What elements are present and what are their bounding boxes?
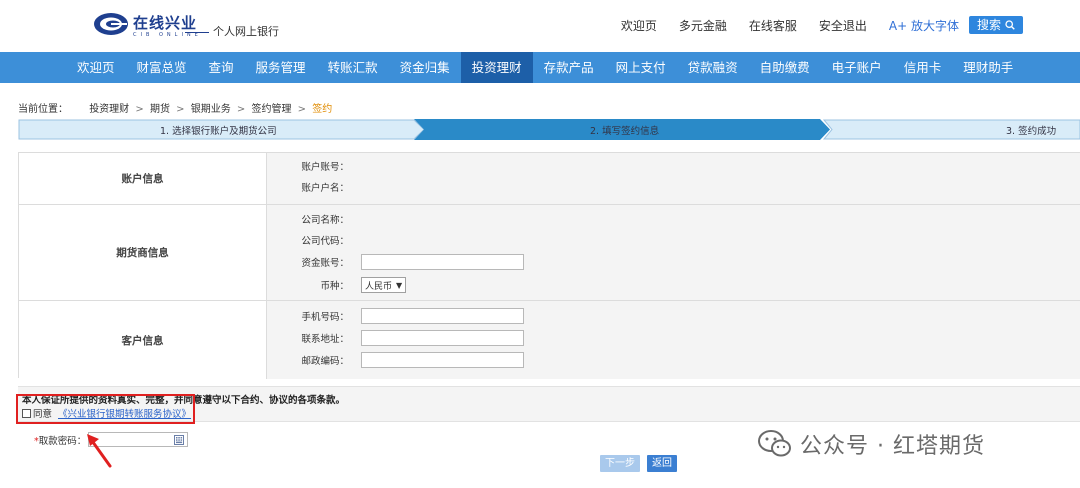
field-postcode: 邮政编码： bbox=[267, 352, 524, 368]
watermark-text: 公众号 · 红塔期货 bbox=[800, 434, 985, 459]
field-account-name: 账户户名： bbox=[267, 179, 351, 195]
currency-value: 人民币 bbox=[365, 281, 393, 292]
breadcrumb: 当前位置： 投资理财 > 期货 > 银期业务 > 签约管理 > 签约 bbox=[18, 100, 332, 115]
field-label: 账户账号： bbox=[301, 162, 349, 173]
keyboard-icon[interactable] bbox=[174, 435, 185, 445]
cib-logo-icon bbox=[94, 13, 128, 35]
top-links: 欢迎页 多元金融 在线客服 安全退出 A+ 放大字体 搜索 bbox=[599, 15, 1023, 35]
section-body: 手机号码： 联系地址： 邮政编码： bbox=[267, 301, 1080, 379]
progress-steps: 1. 选择银行账户及期货公司 2. 填写签约信息 3. 签约成功 bbox=[18, 119, 1080, 140]
sign-form: 账户信息 账户账号： 账户户名： 期货商信息 公司名称： 公司代码： 资金账号： bbox=[18, 152, 1080, 379]
fund-account-input[interactable] bbox=[361, 254, 524, 270]
top-link-welcome[interactable]: 欢迎页 bbox=[621, 17, 657, 34]
step-3: 3. 签约成功 bbox=[1006, 126, 1057, 137]
chevron-down-icon: ▼ bbox=[396, 280, 403, 290]
main-nav: 欢迎页 财富总览 查询 服务管理 转账汇款 资金归集 投资理财 存款产品 网上支… bbox=[0, 52, 1080, 83]
search-icon bbox=[1005, 20, 1015, 30]
nav-deposit[interactable]: 存款产品 bbox=[533, 52, 605, 83]
nav-e-account[interactable]: 电子账户 bbox=[821, 52, 893, 83]
chevron-right-icon: > bbox=[135, 104, 144, 115]
section-title: 期货商信息 bbox=[19, 205, 267, 300]
nav-bills[interactable]: 自助缴费 bbox=[749, 52, 821, 83]
nav-transfer[interactable]: 转账汇款 bbox=[317, 52, 389, 83]
back-button[interactable]: 返回 bbox=[647, 455, 677, 472]
watermark: 公众号 · 红塔期货 bbox=[758, 428, 985, 460]
section-futures: 期货商信息 公司名称： 公司代码： 资金账号： 币种： 人民币 ▼ bbox=[19, 205, 1080, 301]
top-link-finance[interactable]: 多元金融 bbox=[679, 17, 727, 34]
mobile-input[interactable] bbox=[361, 308, 524, 324]
field-label: 联系地址： bbox=[301, 334, 349, 345]
breadcrumb-item[interactable]: 投资理财 bbox=[89, 104, 129, 115]
section-title: 账户信息 bbox=[19, 153, 267, 204]
annotation-highlight-box bbox=[16, 394, 195, 424]
nav-loan[interactable]: 贷款融资 bbox=[677, 52, 749, 83]
field-currency: 币种： 人民币 ▼ bbox=[267, 277, 407, 293]
field-label: 公司名称： bbox=[301, 215, 349, 226]
top-link-logout[interactable]: 安全退出 bbox=[819, 17, 867, 34]
address-input[interactable] bbox=[361, 330, 524, 346]
nav-assistant[interactable]: 理财助手 bbox=[952, 52, 1024, 83]
brand-name: 在线兴业 bbox=[133, 14, 198, 32]
field-label: 账户户名： bbox=[301, 183, 349, 194]
password-label-text: 取款密码： bbox=[38, 435, 87, 447]
breadcrumb-label: 当前位置： bbox=[18, 104, 68, 115]
field-address: 联系地址： bbox=[267, 330, 524, 346]
chevron-right-icon: > bbox=[176, 104, 185, 115]
chevron-right-icon: > bbox=[236, 104, 246, 115]
nav-welcome[interactable]: 欢迎页 bbox=[66, 52, 126, 83]
chevron-right-icon: > bbox=[297, 104, 307, 115]
field-label: 邮政编码： bbox=[301, 356, 349, 367]
currency-select[interactable]: 人民币 ▼ bbox=[361, 277, 407, 293]
search-label: 搜索 bbox=[976, 18, 1001, 32]
field-label: 币种： bbox=[320, 281, 349, 292]
nav-payment[interactable]: 网上支付 bbox=[605, 52, 677, 83]
step-2: 2. 填写签约信息 bbox=[590, 126, 660, 137]
brand-tagline: 个人网上银行 bbox=[213, 25, 279, 38]
breadcrumb-item[interactable]: 银期业务 bbox=[191, 104, 231, 115]
breadcrumb-item[interactable]: 期货 bbox=[150, 104, 170, 115]
field-company-code: 公司代码： bbox=[267, 232, 351, 248]
field-fund-account: 资金账号： bbox=[267, 254, 524, 270]
annotation-arrow-icon bbox=[87, 434, 112, 468]
nav-investment[interactable]: 投资理财 bbox=[460, 52, 533, 83]
logo-divider bbox=[185, 32, 209, 33]
breadcrumb-current: 签约 bbox=[312, 104, 333, 115]
top-link-service[interactable]: 在线客服 bbox=[749, 17, 797, 34]
field-label: 手机号码： bbox=[301, 312, 349, 323]
enlarge-font-button[interactable]: A+ 放大字体 bbox=[889, 17, 959, 34]
header: 在线兴业 CIB ONLINE 个人网上银行 欢迎页 多元金融 在线客服 安全退… bbox=[0, 0, 1080, 52]
next-step-button[interactable]: 下一步 bbox=[600, 455, 640, 472]
field-account-number: 账户账号： bbox=[267, 158, 351, 174]
section-body: 账户账号： 账户户名： bbox=[267, 153, 1080, 204]
field-mobile: 手机号码： bbox=[267, 308, 524, 324]
bank-logo[interactable]: 在线兴业 CIB ONLINE 个人网上银行 bbox=[93, 10, 293, 44]
nav-query[interactable]: 查询 bbox=[198, 52, 245, 83]
nav-credit-card[interactable]: 信用卡 bbox=[893, 52, 953, 83]
field-company-name: 公司名称： bbox=[267, 211, 351, 227]
breadcrumb-item[interactable]: 签约管理 bbox=[251, 104, 291, 115]
step-1: 1. 选择银行账户及期货公司 bbox=[160, 126, 277, 137]
section-title: 客户信息 bbox=[19, 301, 267, 379]
field-label: 公司代码： bbox=[301, 236, 349, 247]
section-account: 账户信息 账户账号： 账户户名： bbox=[19, 153, 1080, 205]
nav-wealth[interactable]: 财富总览 bbox=[126, 52, 198, 83]
wechat-icon bbox=[758, 430, 791, 457]
postcode-input[interactable] bbox=[361, 352, 524, 368]
search-button[interactable]: 搜索 bbox=[968, 16, 1023, 34]
nav-service[interactable]: 服务管理 bbox=[245, 52, 317, 83]
nav-pooling[interactable]: 资金归集 bbox=[389, 52, 461, 83]
password-label: *取款密码： bbox=[34, 433, 86, 447]
section-body: 公司名称： 公司代码： 资金账号： 币种： 人民币 ▼ bbox=[267, 205, 1080, 300]
field-label: 资金账号： bbox=[301, 258, 349, 269]
section-customer: 客户信息 手机号码： 联系地址： 邮政编码： bbox=[19, 301, 1080, 379]
